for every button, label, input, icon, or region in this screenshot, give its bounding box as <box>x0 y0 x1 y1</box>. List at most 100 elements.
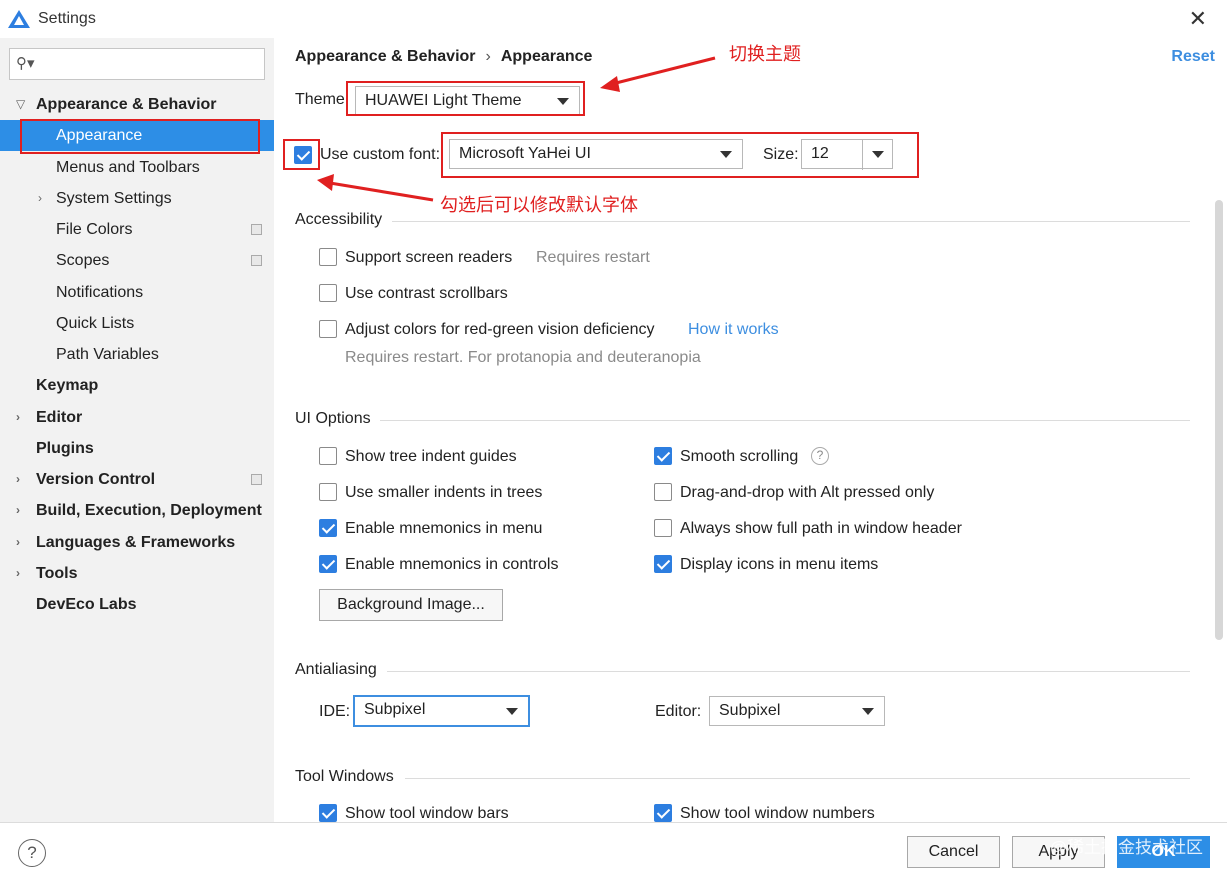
sidebar-item-appearance-behavior[interactable]: ▽ Appearance & Behavior <box>0 89 274 120</box>
section-ui-options: UI Options <box>295 410 371 427</box>
divider <box>380 420 1190 421</box>
divider <box>387 671 1190 672</box>
mnemonics-menu-checkbox[interactable] <box>319 519 337 537</box>
chevron-down-icon: ▽ <box>16 97 26 111</box>
smaller-indents-label: Use smaller indents in trees <box>345 484 543 501</box>
sidebar-item-path-variables[interactable]: Path Variables <box>0 339 274 370</box>
sidebar-item-file-colors[interactable]: File Colors <box>0 214 274 245</box>
watermark: @稀土掘金技术社区 <box>1049 838 1203 857</box>
chevron-down-icon <box>506 708 518 715</box>
mnemonics-controls-checkbox[interactable] <box>319 555 337 573</box>
custom-font-label: Use custom font: <box>320 146 441 163</box>
annotation-font-hint: 勾选后可以修改默认字体 <box>440 195 638 216</box>
divider <box>392 221 1190 222</box>
screen-readers-hint: Requires restart <box>536 249 650 266</box>
how-it-works-link[interactable]: How it works <box>688 321 779 339</box>
menu-icons-checkbox[interactable] <box>654 555 672 573</box>
sidebar-item-editor[interactable]: › Editor <box>0 402 274 433</box>
screen-readers-label: Support screen readers <box>345 249 513 266</box>
arrow-to-checkbox <box>329 181 434 202</box>
breadcrumb-parent[interactable]: Appearance & Behavior <box>295 48 476 65</box>
tool-window-bars-checkbox[interactable] <box>319 804 337 822</box>
divider <box>405 778 1190 779</box>
theme-label: Theme <box>295 91 345 108</box>
app-logo-icon <box>8 10 30 28</box>
help-icon[interactable]: ? <box>811 447 829 465</box>
smooth-scrolling-label: Smooth scrolling <box>680 448 799 465</box>
window-title: Settings <box>38 10 96 27</box>
close-icon[interactable]: ✕ <box>1189 6 1207 32</box>
editor-aa-label: Editor: <box>655 703 702 720</box>
annotation-switch-theme: 切换主题 <box>729 44 801 65</box>
sidebar-item-tools[interactable]: › Tools <box>0 558 274 589</box>
reset-link[interactable]: Reset <box>1171 48 1215 66</box>
drag-drop-checkbox[interactable] <box>654 483 672 501</box>
sidebar-item-version-control[interactable]: › Version Control <box>0 464 274 495</box>
breadcrumb-current: Appearance <box>500 48 593 65</box>
contrast-scrollbars-label: Use contrast scrollbars <box>345 285 508 302</box>
sidebar-item-plugins[interactable]: Plugins <box>0 433 274 464</box>
section-antialiasing: Antialiasing <box>295 661 377 678</box>
settings-sidebar: ⚲▾ ▽ Appearance & Behavior Appearance Me… <box>0 38 274 822</box>
search-icon: ⚲▾ <box>16 55 35 72</box>
contrast-scrollbars-checkbox[interactable] <box>319 284 337 302</box>
color-deficiency-checkbox[interactable] <box>319 320 337 338</box>
full-path-label: Always show full path in window header <box>680 520 962 537</box>
project-icon <box>251 255 262 266</box>
drag-drop-label: Drag-and-drop with Alt pressed only <box>680 484 935 501</box>
smooth-scrolling-checkbox[interactable] <box>654 447 672 465</box>
tree-indent-checkbox[interactable] <box>319 447 337 465</box>
sidebar-item-languages-frameworks[interactable]: › Languages & Frameworks <box>0 527 274 558</box>
mnemonics-controls-label: Enable mnemonics in controls <box>345 556 559 573</box>
tool-window-numbers-label: Show tool window numbers <box>680 805 875 822</box>
section-tool-windows: Tool Windows <box>295 768 394 785</box>
ide-aa-label: IDE: <box>319 703 351 720</box>
sidebar-item-quick-lists[interactable]: Quick Lists <box>0 308 274 339</box>
smaller-indents-checkbox[interactable] <box>319 483 337 501</box>
sidebar-item-keymap[interactable]: Keymap <box>0 370 274 401</box>
arrowhead-icon <box>317 174 334 191</box>
background-image-button[interactable]: Background Image... <box>319 589 503 621</box>
content-scrollbar[interactable] <box>1215 200 1223 640</box>
chevron-right-icon: › <box>16 535 20 549</box>
full-path-checkbox[interactable] <box>654 519 672 537</box>
project-icon <box>251 224 262 235</box>
help-icon[interactable]: ? <box>18 839 46 867</box>
breadcrumb: Appearance & Behavior › Appearance <box>295 48 592 66</box>
screen-readers-checkbox[interactable] <box>319 248 337 266</box>
search-input[interactable]: ⚲▾ <box>9 48 265 80</box>
sidebar-item-deveco-labs[interactable]: DevEco Labs <box>0 589 274 620</box>
highlight-font-settings <box>441 132 919 178</box>
menu-icons-label: Display icons in menu items <box>680 556 879 573</box>
ide-antialiasing-select[interactable]: Subpixel <box>353 695 530 727</box>
chevron-right-icon: › <box>16 503 20 517</box>
editor-antialiasing-select[interactable]: Subpixel <box>709 696 885 726</box>
color-deficiency-label: Adjust colors for red-green vision defic… <box>345 321 655 338</box>
tool-window-numbers-checkbox[interactable] <box>654 804 672 822</box>
arrow-to-theme <box>611 56 716 86</box>
sidebar-item-build-execution[interactable]: › Build, Execution, Deployment <box>0 495 274 526</box>
section-accessibility: Accessibility <box>295 211 383 228</box>
editor-aa-value: Subpixel <box>719 702 781 719</box>
arrowhead-icon <box>600 76 620 92</box>
title-bar: Settings ✕ <box>0 0 1227 38</box>
color-deficiency-hint: Requires restart. For protanopia and deu… <box>345 349 701 366</box>
chevron-right-icon: › <box>16 472 20 486</box>
dialog-footer: ? Cancel Apply OK @稀土掘金技术社区 <box>0 822 1227 880</box>
chevron-right-icon: › <box>38 191 42 205</box>
chevron-right-icon: › <box>16 410 20 424</box>
cancel-button[interactable]: Cancel <box>907 836 1000 868</box>
highlight-theme <box>346 81 585 116</box>
sidebar-item-notifications[interactable]: Notifications <box>0 277 274 308</box>
chevron-right-icon: › <box>485 48 491 65</box>
ide-aa-value: Subpixel <box>364 701 426 718</box>
chevron-right-icon: › <box>16 566 20 580</box>
tool-window-bars-label: Show tool window bars <box>345 805 509 822</box>
chevron-down-icon <box>862 708 874 715</box>
mnemonics-menu-label: Enable mnemonics in menu <box>345 520 543 537</box>
highlight-appearance <box>20 119 260 154</box>
sidebar-item-scopes[interactable]: Scopes <box>0 245 274 276</box>
sidebar-item-system-settings[interactable]: › System Settings <box>0 183 274 214</box>
tree-indent-label: Show tree indent guides <box>345 448 517 465</box>
sidebar-item-menus-toolbars[interactable]: Menus and Toolbars <box>0 152 274 183</box>
